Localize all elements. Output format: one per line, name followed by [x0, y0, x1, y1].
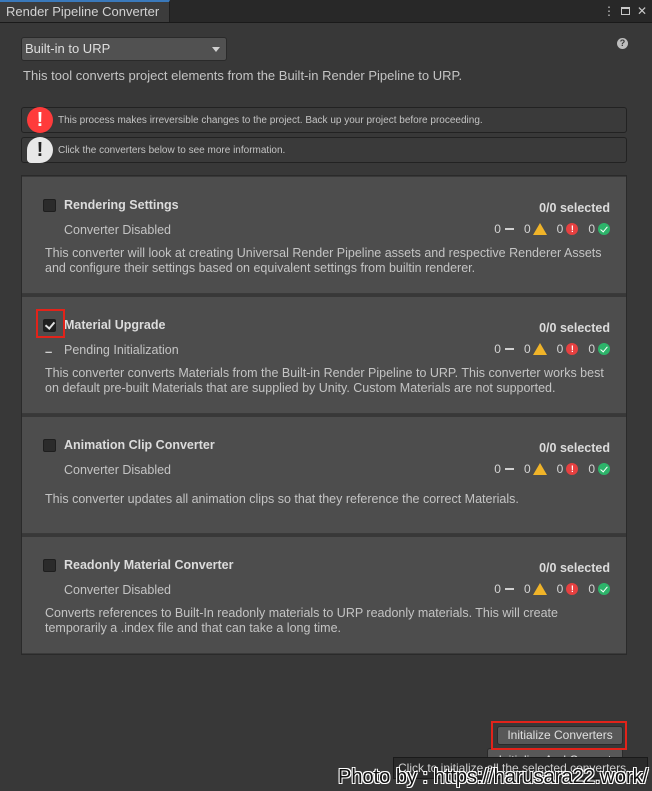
converter-checkbox[interactable]: [43, 559, 56, 572]
button-highlight: [491, 721, 627, 750]
window-title: Render Pipeline Converter: [6, 4, 160, 19]
converter-status: Converter Disabled: [64, 223, 171, 237]
converter-counts: 0 0 0! 0: [494, 342, 610, 356]
window-tab[interactable]: Render Pipeline Converter: [0, 0, 171, 22]
error-count: 0: [556, 222, 564, 236]
converter-selected-count: 0/0 selected: [539, 321, 610, 335]
converter-selected-count: 0/0 selected: [539, 561, 610, 575]
pending-count: 0: [494, 222, 501, 236]
warning-icon: [532, 463, 547, 475]
info-icon: !: [27, 137, 53, 163]
converter-item-rendering-settings[interactable]: Rendering Settings 0/0 selected Converte…: [22, 177, 626, 294]
converter-status: Converter Disabled: [64, 583, 171, 597]
pending-count: 0: [494, 582, 501, 596]
error-count: 0: [556, 342, 564, 356]
converter-item-material-upgrade[interactable]: Material Upgrade 0/0 selected – Pending …: [22, 297, 626, 414]
converter-name: Rendering Settings: [64, 198, 179, 212]
converter-selected-count: 0/0 selected: [539, 441, 610, 455]
converter-status: Converter Disabled: [64, 463, 171, 477]
warning-count: 0: [523, 342, 531, 356]
pending-icon: [504, 348, 514, 350]
converter-selected-count: 0/0 selected: [539, 201, 610, 215]
pending-icon: [504, 588, 514, 590]
converter-name: Animation Clip Converter: [64, 438, 215, 452]
success-count: 0: [588, 582, 595, 596]
error-count: 0: [556, 462, 564, 476]
converter-counts: 0 0 0! 0: [494, 222, 610, 236]
success-check-icon: [598, 463, 610, 475]
help-icon[interactable]: ?: [617, 38, 628, 49]
converter-description: Converts references to Built-In readonly…: [45, 606, 558, 635]
window-titlebar: Render Pipeline Converter ⋮ ✕: [0, 0, 652, 23]
converter-description: This converter updates all animation cli…: [45, 492, 519, 506]
converter-counts: 0 0 0! 0: [494, 582, 610, 596]
maximize-icon[interactable]: [621, 7, 630, 15]
info-helpbox: ! Click the converters below to see more…: [21, 137, 627, 163]
warning-helpbox: ! This process makes irreversible change…: [21, 107, 627, 133]
warning-count: 0: [523, 222, 531, 236]
conversion-dropdown[interactable]: Built-in to URP: [21, 37, 227, 61]
warning-count: 0: [523, 582, 531, 596]
warning-count: 0: [523, 462, 531, 476]
converter-item-animation-clip[interactable]: Animation Clip Converter 0/0 selected Co…: [22, 417, 626, 534]
warning-icon: [532, 223, 547, 235]
checkbox-highlight: [36, 309, 65, 338]
error-icon: !: [566, 463, 579, 475]
error-icon: !: [566, 343, 579, 355]
converter-checkbox[interactable]: [43, 439, 56, 452]
kebab-menu-icon[interactable]: ⋮: [603, 4, 615, 18]
conversion-dropdown-value: Built-in to URP: [25, 41, 111, 56]
converter-name: Material Upgrade: [64, 318, 166, 332]
error-icon: !: [566, 223, 579, 235]
pending-count: 0: [494, 462, 501, 476]
success-count: 0: [588, 222, 595, 236]
close-icon[interactable]: ✕: [636, 4, 648, 18]
converter-counts: 0 0 0! 0: [494, 462, 610, 476]
pending-icon: [504, 228, 514, 230]
info-helpbox-text: Click the converters below to see more i…: [58, 145, 286, 156]
pending-count: 0: [494, 342, 501, 356]
success-count: 0: [588, 462, 595, 476]
warning-icon: [532, 343, 547, 355]
photo-credit-watermark: Photo by : https://harusara22.work/: [338, 766, 649, 788]
converter-item-readonly-material[interactable]: Readonly Material Converter 0/0 selected…: [22, 537, 626, 654]
pending-icon: [504, 468, 514, 470]
converter-description: This converter will look at creating Uni…: [45, 246, 602, 275]
error-count: 0: [556, 582, 564, 596]
pending-status-marker: –: [45, 344, 53, 359]
success-check-icon: [598, 223, 610, 235]
error-icon: !: [27, 107, 53, 133]
warning-helpbox-text: This process makes irreversible changes …: [58, 115, 483, 126]
success-check-icon: [598, 583, 610, 595]
converter-name: Readonly Material Converter: [64, 558, 234, 572]
converter-description: This converter converts Materials from t…: [45, 366, 604, 395]
chevron-down-icon: [212, 47, 220, 52]
warning-icon: [532, 583, 547, 595]
converter-checkbox[interactable]: [43, 199, 56, 212]
success-count: 0: [588, 342, 595, 356]
tool-description: This tool converts project elements from…: [23, 68, 463, 83]
error-icon: !: [566, 583, 579, 595]
converter-status: Pending Initialization: [64, 343, 179, 357]
window-controls: ⋮ ✕: [603, 0, 648, 22]
success-check-icon: [598, 343, 610, 355]
